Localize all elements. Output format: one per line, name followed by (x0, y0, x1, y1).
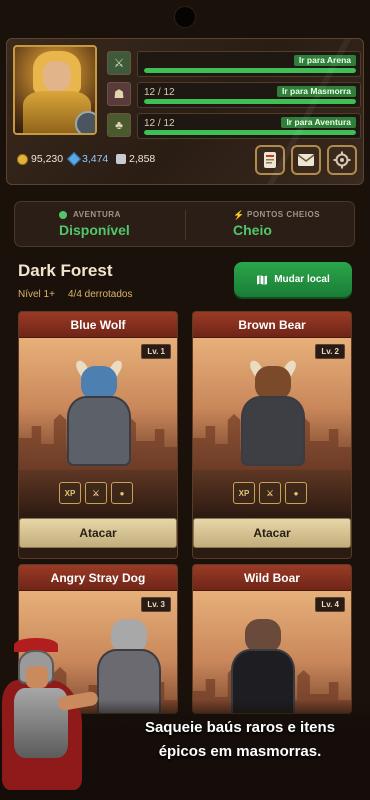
attack-button[interactable]: Atacar (193, 518, 351, 548)
level-badge: Lv. 4 (315, 597, 345, 612)
profile-panel: ⚔ Ir para Arena ☗ 12 / 12 Ir para Masmor… (6, 38, 364, 185)
scroll-quest-button[interactable] (255, 145, 285, 175)
enemy-name: Angry Stray Dog (19, 565, 177, 591)
quest-count: 12 / 12 (144, 118, 175, 129)
clock-icon (59, 211, 67, 219)
sword-reward-icon: ⚔ (259, 482, 281, 504)
attack-button[interactable]: Atacar (19, 518, 177, 548)
quest-row-arena: ⚔ Ir para Arena (107, 51, 361, 77)
enemy-card-brown-bear: Brown Bear Lv. 2 XP ⚔ ● Atacar (192, 311, 352, 559)
points-status: ⚡ PONTOS CHEIOS Cheio (233, 210, 320, 238)
change-location-button[interactable]: Mudar local (234, 262, 352, 297)
adventure-status: AVENTURA Disponível (59, 210, 130, 238)
enemy-art: Lv. 4 (193, 591, 351, 713)
gem-icon (66, 151, 82, 167)
xp-reward-icon: XP (59, 482, 81, 504)
points-label: PONTOS CHEIOS (247, 210, 321, 219)
roman-warrior-illustration (0, 638, 106, 800)
quest-row-dungeon: ☗ 12 / 12 Ir para Masmorra (107, 82, 361, 108)
promo-text: Saqueie baús raros e itens épicos em mas… (120, 716, 360, 764)
enemy-art: Lv. 1 XP ⚔ ● (19, 338, 177, 514)
location-defeated: 4/4 derrotados (68, 289, 133, 300)
status-panel: AVENTURA Disponível ⚡ PONTOS CHEIOS Chei… (14, 201, 355, 247)
token-icon (116, 154, 126, 164)
enemy-name: Blue Wolf (19, 312, 177, 338)
wolf-warrior-figure (59, 358, 139, 486)
go-adventure-button[interactable]: Ir para Aventura (281, 117, 356, 128)
points-value: Cheio (233, 222, 272, 238)
gem-counter: 3,474 (66, 151, 109, 167)
quest-row-adventure: ♣ 12 / 12 Ir para Aventura (107, 113, 361, 139)
enemy-name: Brown Bear (193, 312, 351, 338)
gear-icon (333, 151, 351, 169)
location-title: Dark Forest (18, 261, 113, 280)
adventure-icon: ♣ (107, 113, 131, 137)
quest-progress (144, 99, 356, 104)
adventure-label: AVENTURA (73, 210, 121, 219)
enemy-card-blue-wolf: Blue Wolf Lv. 1 XP ⚔ ● Atacar (18, 311, 178, 559)
arena-icon: ⚔ (107, 51, 131, 75)
go-dungeon-button[interactable]: Ir para Masmorra (277, 86, 356, 97)
quest-progress (144, 130, 356, 135)
quest-count: 12 / 12 (144, 87, 175, 98)
gem-amount: 3,474 (82, 153, 109, 165)
dungeon-icon: ☗ (107, 82, 131, 106)
hero-avatar[interactable] (13, 45, 97, 135)
enemy-art: Lv. 2 XP ⚔ ● (193, 338, 351, 514)
adventure-value: Disponível (59, 222, 130, 238)
level-badge: Lv. 3 (141, 597, 171, 612)
level-badge: Lv. 1 (141, 344, 171, 359)
promo-line-1: Saqueie baús raros e itens (144, 719, 336, 736)
enemy-name: Wild Boar (193, 565, 351, 591)
reward-icons: XP ⚔ ● (233, 482, 307, 504)
bear-warrior-figure (233, 358, 313, 486)
bolt-icon: ⚡ (233, 210, 245, 220)
gold-amount: 95,230 (31, 153, 64, 165)
camera-cutout (174, 6, 196, 28)
promo-line-2: épicos em masmorras. (158, 743, 322, 760)
go-arena-button[interactable]: Ir para Arena (293, 55, 356, 66)
xp-reward-icon: XP (233, 482, 255, 504)
location-level: Nível 1+ (18, 289, 55, 300)
level-badge: Lv. 2 (315, 344, 345, 359)
mail-button[interactable] (291, 145, 321, 175)
sword-reward-icon: ⚔ (85, 482, 107, 504)
mail-icon (297, 154, 315, 166)
coins-reward-icon: ● (285, 482, 307, 504)
scroll-icon (264, 152, 276, 168)
settings-button[interactable] (327, 145, 357, 175)
enemy-card-wild-boar: Wild Boar Lv. 4 (192, 564, 352, 714)
change-location-label: Mudar local (274, 274, 330, 285)
gold-counter: 95,230 (17, 153, 63, 165)
map-icon (257, 274, 268, 285)
gold-coin-icon (17, 153, 28, 165)
token-counter: 2,858 (116, 153, 155, 165)
token-amount: 2,858 (129, 153, 156, 165)
reward-icons: XP ⚔ ● (59, 482, 133, 504)
coins-reward-icon: ● (111, 482, 133, 504)
divider (185, 210, 186, 240)
shield-icon (75, 111, 95, 133)
quest-progress (144, 68, 356, 73)
